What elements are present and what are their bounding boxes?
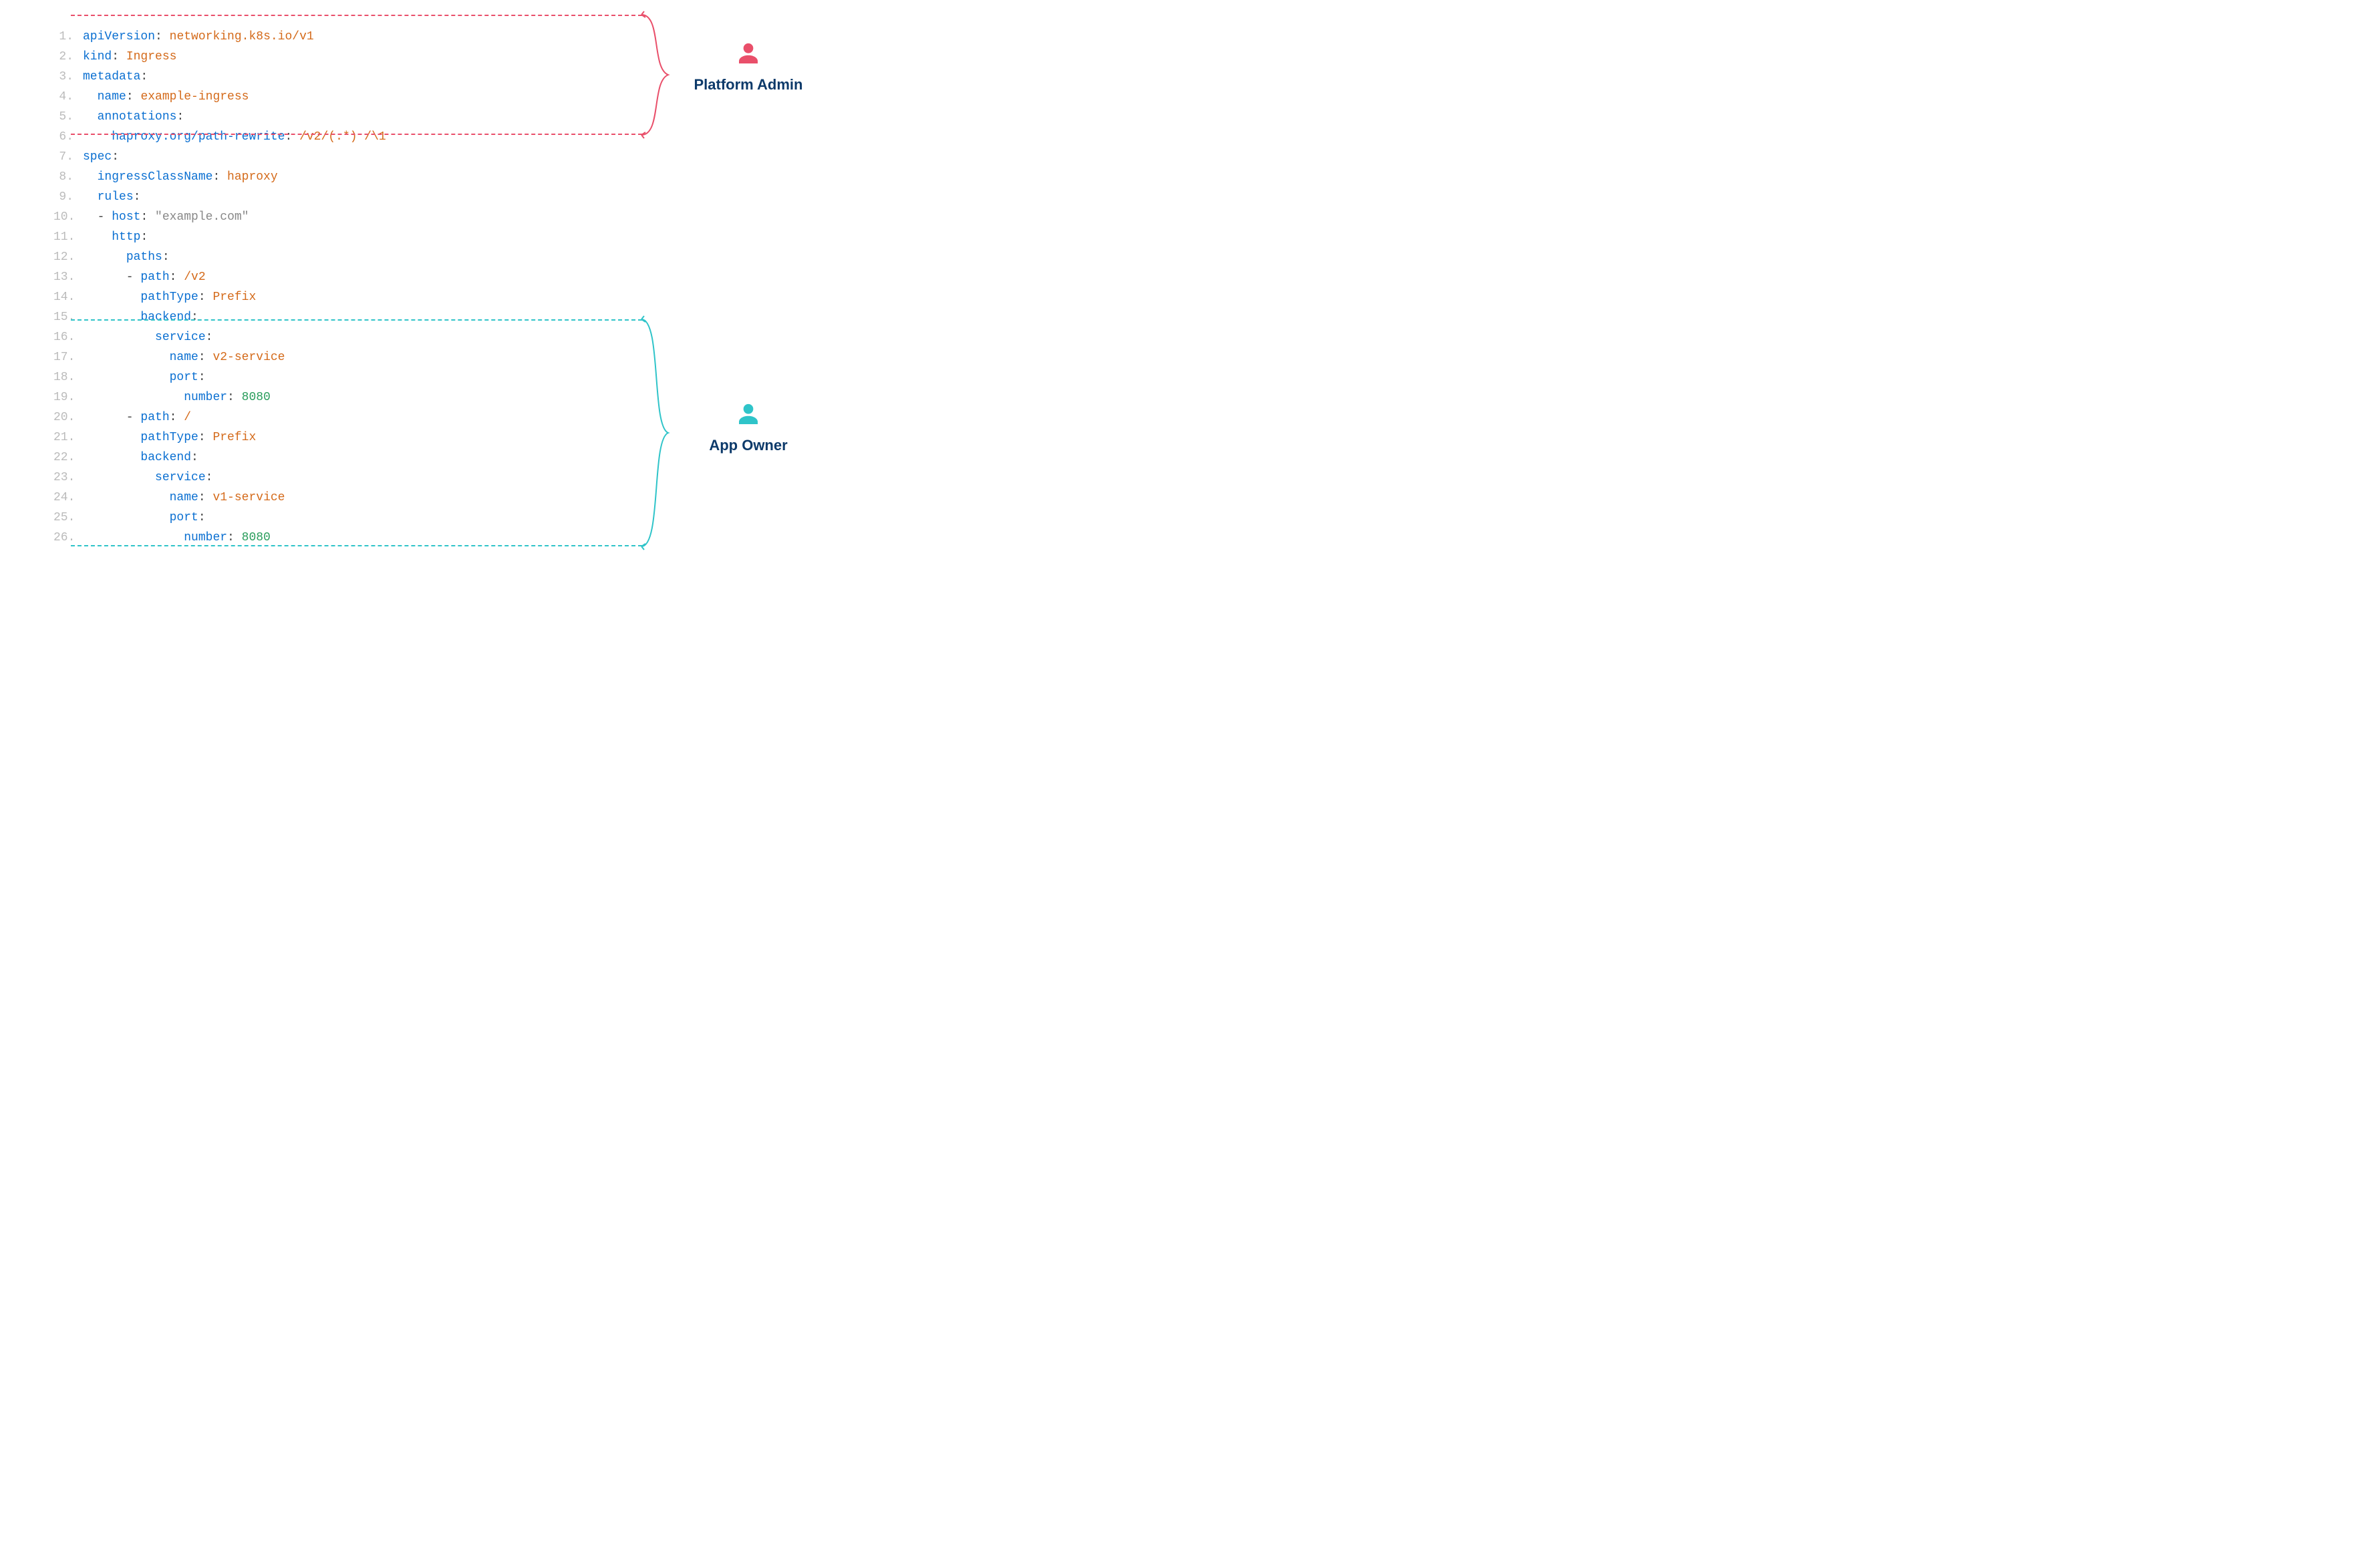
- line-number: 7.: [53, 147, 83, 167]
- line-number: 21.: [53, 427, 83, 448]
- code-line: 4. name: example-ingress: [53, 87, 508, 107]
- code-content: backend:: [83, 307, 198, 327]
- line-number: 22.: [53, 448, 83, 468]
- person-icon: [695, 401, 802, 433]
- line-number: 2.: [53, 47, 83, 67]
- line-number: 18.: [53, 367, 83, 387]
- code-content: name: example-ingress: [83, 87, 249, 107]
- line-number: 25.: [53, 508, 83, 528]
- code-line: 24. name: v1-service: [53, 488, 508, 508]
- line-number: 1.: [53, 27, 83, 47]
- code-line: 16. service:: [53, 327, 508, 347]
- line-number: 8.: [53, 167, 83, 187]
- code-content: service:: [83, 468, 212, 488]
- code-content: apiVersion: networking.k8s.io/v1: [83, 27, 314, 47]
- code-line: 6. haproxy.org/path-rewrite: /v2/(.*) /\…: [53, 127, 508, 147]
- line-number: 23.: [53, 468, 83, 488]
- line-number: 4.: [53, 87, 83, 107]
- code-content: http:: [83, 227, 148, 247]
- line-number: 16.: [53, 327, 83, 347]
- code-line: 19. number: 8080: [53, 387, 508, 407]
- person-icon: [688, 40, 808, 72]
- code-content: service:: [83, 327, 212, 347]
- code-line: 1.apiVersion: networking.k8s.io/v1: [53, 27, 508, 47]
- code-content: annotations:: [83, 107, 184, 127]
- code-content: rules:: [83, 187, 140, 207]
- code-line: 23. service:: [53, 468, 508, 488]
- code-content: - path: /v2: [83, 267, 206, 287]
- line-number: 5.: [53, 107, 83, 127]
- code-content: port:: [83, 367, 206, 387]
- line-number: 12.: [53, 247, 83, 267]
- code-content: number: 8080: [83, 528, 271, 548]
- code-line: 17. name: v2-service: [53, 347, 508, 367]
- line-number: 13.: [53, 267, 83, 287]
- code-line: 14. pathType: Prefix: [53, 287, 508, 307]
- code-content: metadata:: [83, 67, 148, 87]
- code-content: backend:: [83, 448, 198, 468]
- code-line: 9. rules:: [53, 187, 508, 207]
- code-line: 18. port:: [53, 367, 508, 387]
- code-content: number: 8080: [83, 387, 271, 407]
- brace-top: [641, 15, 675, 138]
- code-line: 13. - path: /v2: [53, 267, 508, 287]
- code-content: name: v2-service: [83, 347, 285, 367]
- line-number: 24.: [53, 488, 83, 508]
- code-content: pathType: Prefix: [83, 287, 256, 307]
- code-content: pathType: Prefix: [83, 427, 256, 448]
- code-line: 22. backend:: [53, 448, 508, 468]
- line-number: 26.: [53, 528, 83, 548]
- code-content: spec:: [83, 147, 119, 167]
- code-line: 3.metadata:: [53, 67, 508, 87]
- code-line: 10. - host: "example.com": [53, 207, 508, 227]
- yaml-code-block: 1.apiVersion: networking.k8s.io/v12.kind…: [53, 27, 508, 548]
- code-line: 21. pathType: Prefix: [53, 427, 508, 448]
- code-line: 20. - path: /: [53, 407, 508, 427]
- code-line: 5. annotations:: [53, 107, 508, 127]
- code-content: port:: [83, 508, 206, 528]
- code-line: 25. port:: [53, 508, 508, 528]
- code-line: 26. number: 8080: [53, 528, 508, 548]
- line-number: 11.: [53, 227, 83, 247]
- line-number: 15.: [53, 307, 83, 327]
- brace-bottom: [641, 319, 675, 550]
- code-content: - host: "example.com": [83, 207, 249, 227]
- code-content: kind: Ingress: [83, 47, 176, 67]
- code-line: 12. paths:: [53, 247, 508, 267]
- line-number: 17.: [53, 347, 83, 367]
- code-line: 15. backend:: [53, 307, 508, 327]
- persona-label: Platform Admin: [688, 76, 808, 94]
- code-line: 11. http:: [53, 227, 508, 247]
- line-number: 20.: [53, 407, 83, 427]
- code-line: 7.spec:: [53, 147, 508, 167]
- line-number: 6.: [53, 127, 83, 147]
- code-content: name: v1-service: [83, 488, 285, 508]
- code-content: haproxy.org/path-rewrite: /v2/(.*) /\1: [83, 127, 386, 147]
- code-content: paths:: [83, 247, 170, 267]
- line-number: 3.: [53, 67, 83, 87]
- code-line: 8. ingressClassName: haproxy: [53, 167, 508, 187]
- line-number: 14.: [53, 287, 83, 307]
- code-content: - path: /: [83, 407, 191, 427]
- line-number: 9.: [53, 187, 83, 207]
- line-number: 19.: [53, 387, 83, 407]
- line-number: 10.: [53, 207, 83, 227]
- code-line: 2.kind: Ingress: [53, 47, 508, 67]
- persona-platform-admin: Platform Admin: [688, 40, 808, 94]
- persona-app-owner: App Owner: [695, 401, 802, 454]
- code-content: ingressClassName: haproxy: [83, 167, 278, 187]
- persona-label: App Owner: [695, 437, 802, 454]
